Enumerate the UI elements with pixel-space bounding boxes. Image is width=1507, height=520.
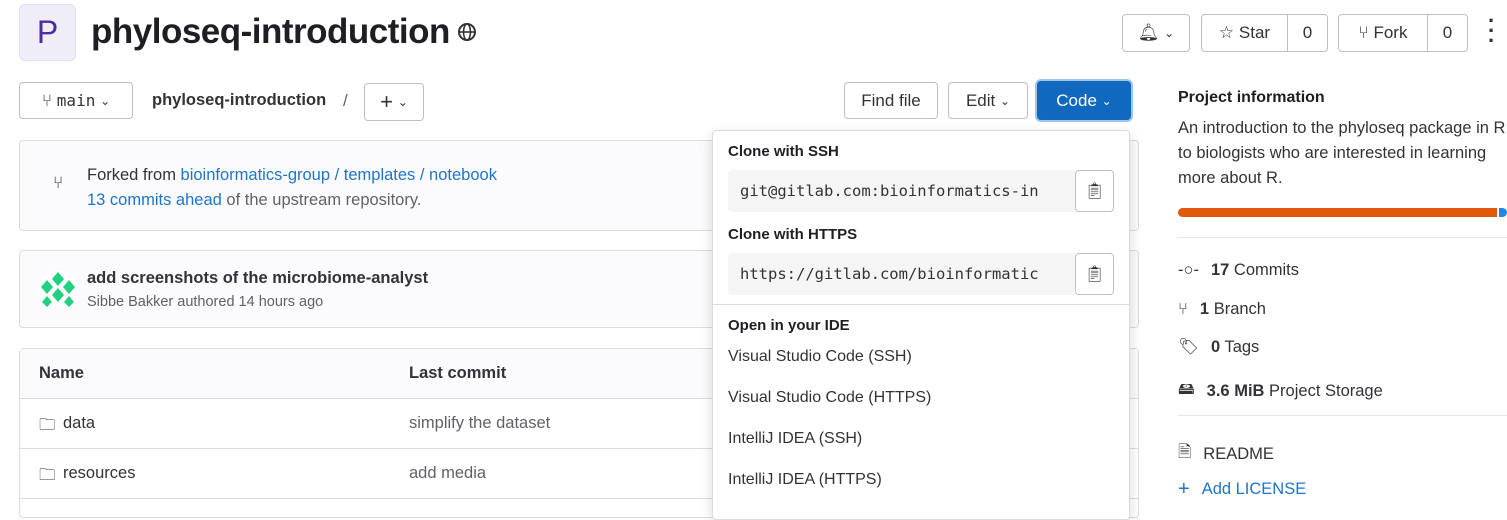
edit-label: Edit	[965, 90, 996, 110]
plus-icon: +	[380, 89, 394, 114]
edit-button[interactable]: Edit ⌄	[948, 82, 1028, 119]
project-title: phyloseq-introduction	[91, 12, 450, 51]
project-description: An introduction to the phyloseq package …	[1178, 119, 1507, 187]
copy-icon: 📋︎	[1084, 266, 1105, 283]
chevron-down-icon: ⌄	[999, 93, 1011, 108]
chevron-down-icon: ⌄	[1164, 26, 1175, 40]
readme-link[interactable]: 🗎︎ README	[1178, 440, 1274, 468]
breadcrumb-separator: /	[343, 91, 348, 110]
tags-link[interactable]: 🏷︎ 0 Tags	[1178, 338, 1259, 357]
sidebar-title: Project information	[1178, 89, 1325, 106]
https-url-input[interactable]	[728, 253, 1075, 295]
language-bar	[1178, 208, 1507, 217]
copy-ssh-button[interactable]: 📋︎	[1075, 170, 1114, 212]
star-count[interactable]: 0	[1287, 15, 1327, 51]
fork-suffix: of the upstream repository.	[226, 191, 422, 209]
find-file-button[interactable]: Find file	[844, 82, 938, 119]
fork-count[interactable]: 0	[1427, 15, 1467, 51]
commit-author: Sibbe Bakker authored 14 hours ago	[87, 294, 324, 310]
column-header-last-commit: Last commit	[409, 364, 507, 382]
fork-button[interactable]: ⑂ Fork 0	[1338, 14, 1468, 52]
storage-icon: 🖴︎	[1178, 380, 1195, 398]
ide-option[interactable]: IntelliJ IDEA (HTTPS)	[713, 459, 1129, 500]
bell-icon: 🔔︎	[1137, 23, 1160, 42]
code-button[interactable]: Code ⌄	[1037, 81, 1131, 120]
fork-source-link[interactable]: bioinformatics-group / templates / noteb…	[181, 166, 497, 184]
branch-name: main	[56, 91, 96, 110]
star-label: Star	[1238, 23, 1271, 42]
file-commit[interactable]: add media	[409, 464, 486, 483]
ide-option[interactable]: Visual Studio Code (HTTPS)	[713, 377, 1129, 418]
language-segment[interactable]	[1498, 208, 1507, 217]
chevron-down-icon: ⌄	[397, 95, 408, 109]
commits-ahead-link[interactable]: 13 commits ahead	[87, 191, 222, 209]
open-ide-title: Open in your IDE	[728, 317, 850, 334]
commit-message[interactable]: add screenshots of the microbiome-analys…	[87, 269, 428, 288]
column-header-name: Name	[39, 364, 84, 382]
file-name[interactable]: data	[63, 414, 95, 433]
plus-icon: +	[1178, 478, 1190, 500]
commits-link[interactable]: -○- 17 Commits	[1178, 261, 1299, 280]
storage-link[interactable]: 🖴︎ 3.6 MiB Project Storage	[1178, 377, 1383, 405]
ide-option[interactable]: IntelliJ IDEA (SSH)	[713, 418, 1129, 459]
fork-prefix: Forked from	[87, 166, 176, 184]
user-avatar[interactable]	[39, 270, 77, 308]
notifications-button[interactable]: 🔔︎ ⌄	[1122, 14, 1190, 52]
branch-icon: ⑂	[41, 90, 53, 110]
folder-icon: 🗀︎	[39, 416, 56, 434]
commit-icon: -○-	[1178, 261, 1199, 279]
tag-icon: 🏷︎	[1178, 338, 1199, 356]
folder-icon: 🗀︎	[39, 466, 56, 484]
branches-link[interactable]: ⑂ 1 Branch	[1178, 300, 1266, 319]
more-actions-icon[interactable]: · · ·	[1488, 10, 1495, 52]
copy-icon: 📋︎	[1084, 183, 1105, 200]
star-button[interactable]: ☆ Star 0	[1201, 14, 1328, 52]
ide-option[interactable]: Visual Studio Code (SSH)	[713, 336, 1129, 377]
star-icon: ☆	[1218, 23, 1235, 42]
code-label: Code	[1056, 90, 1097, 110]
globe-icon	[458, 23, 476, 41]
add-menu-button[interactable]: + ⌄	[364, 83, 424, 121]
add-license-link[interactable]: + Add LICENSE	[1178, 478, 1306, 501]
breadcrumb[interactable]: phyloseq-introduction	[152, 91, 326, 110]
ssh-url-input[interactable]	[728, 170, 1075, 212]
language-segment[interactable]	[1178, 208, 1497, 217]
chevron-down-icon: ⌄	[100, 93, 111, 108]
document-icon: 🗎︎	[1178, 443, 1192, 461]
fork-icon: ⑂	[53, 173, 64, 192]
clone-https-title: Clone with HTTPS	[728, 226, 858, 243]
file-commit[interactable]: simplify the dataset	[409, 414, 550, 433]
copy-https-button[interactable]: 📋︎	[1075, 253, 1114, 295]
code-dropdown: Clone with SSH 📋︎ Clone with HTTPS 📋︎ Op…	[712, 130, 1130, 520]
project-avatar: P	[19, 4, 76, 61]
fork-icon: ⑂	[1358, 23, 1369, 42]
fork-label: Fork	[1373, 23, 1408, 42]
file-name[interactable]: resources	[63, 464, 135, 483]
branch-icon: ⑂	[1178, 300, 1188, 318]
clone-ssh-title: Clone with SSH	[728, 143, 839, 160]
chevron-down-icon: ⌄	[1101, 93, 1112, 108]
branch-selector[interactable]: ⑂ main ⌄	[19, 82, 133, 119]
